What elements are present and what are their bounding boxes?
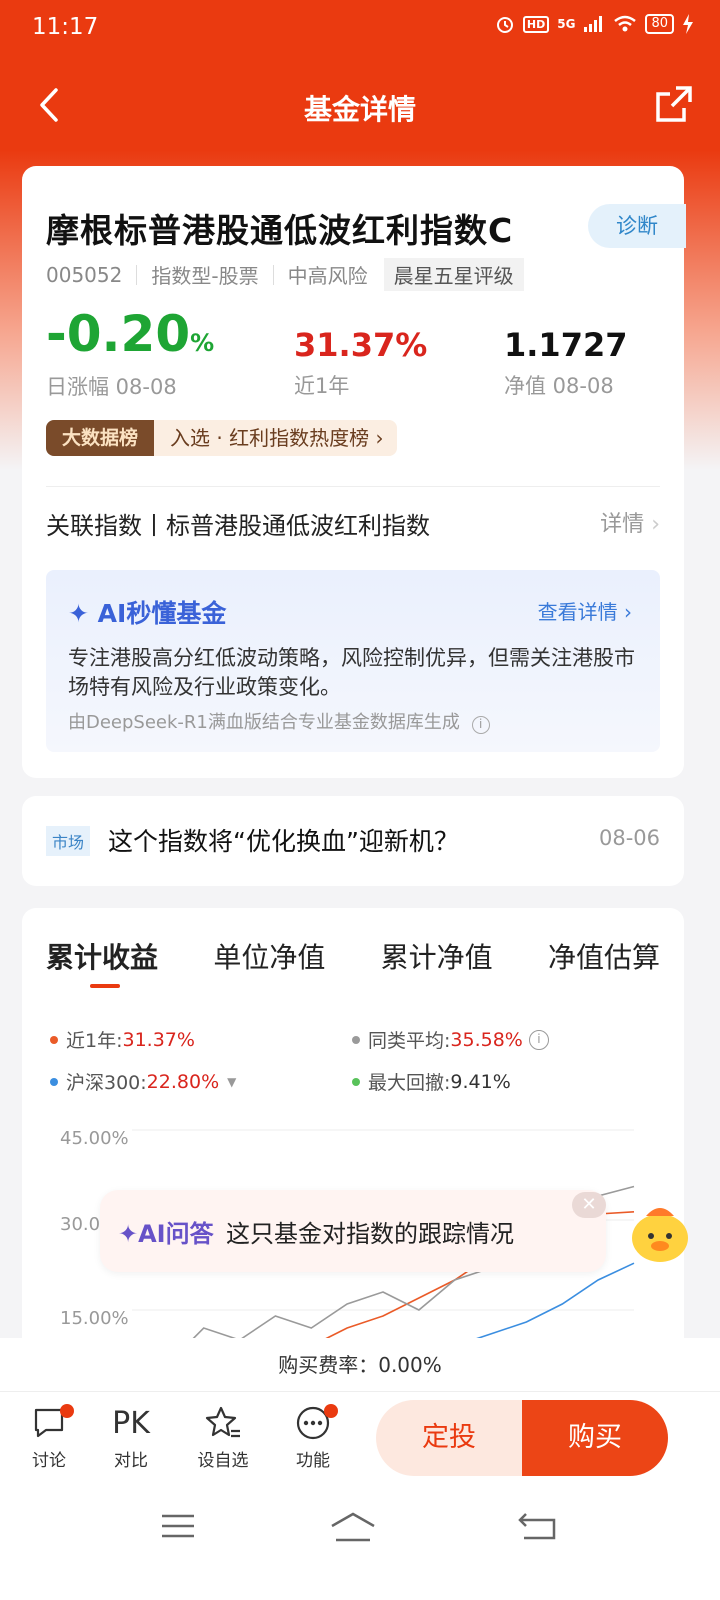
divider — [46, 486, 660, 487]
fund-name: 摩根标普港股通低波红利指数C — [46, 211, 514, 250]
chart-tabs: 累计收益 单位净值 累计净值 净值估算 — [46, 936, 660, 976]
daily-change-unit: % — [190, 329, 215, 357]
star-list-icon — [205, 1406, 240, 1438]
year-return-stat: 31.37% 近1年 — [294, 326, 427, 400]
tab-nav-estimate[interactable]: 净值估算 — [548, 936, 660, 976]
compare-button[interactable]: PK 对比 — [96, 1400, 166, 1472]
tab-unit-nav[interactable]: 单位净值 — [213, 936, 325, 976]
caret-down-icon: ▼ — [227, 1074, 237, 1089]
watchlist-label: 设自选 — [197, 1451, 249, 1471]
home-icon[interactable] — [328, 1510, 378, 1548]
signal-icon — [583, 15, 605, 33]
close-icon[interactable]: ✕ — [572, 1192, 606, 1218]
network-label: 5G — [557, 17, 576, 31]
info-icon: i — [471, 716, 490, 734]
nav-bar: 基金详情 — [0, 70, 720, 140]
page-title: 基金详情 — [303, 93, 416, 126]
legend-dot — [50, 1035, 58, 1044]
sparkle-icon: ✦ — [68, 599, 89, 628]
mascot-icon[interactable] — [624, 1198, 696, 1268]
notification-dot — [60, 1404, 74, 1418]
ai-summary-text: 专注港股高分红低波动策略，风险控制优异，但需关注港股市场特有风险及行业政策变化。 — [68, 646, 635, 699]
ai-summary-footnote: 由DeepSeek-R1满血版结合专业基金数据库生成 i — [68, 708, 490, 734]
related-index-detail: 详情 › — [600, 512, 660, 537]
fund-risk: 中高风险 — [287, 264, 368, 288]
year-return-label: 近1年 — [294, 374, 350, 398]
nav-stat: 1.1727 净值 08-08 — [504, 326, 627, 400]
news-tag: 市场 — [46, 826, 91, 856]
legend-year: 近1年: 31.37% — [50, 1026, 195, 1053]
chevron-right-icon: › — [651, 512, 660, 537]
functions-label: 功能 — [296, 1451, 330, 1471]
fund-type: 指数型-股票 — [151, 264, 259, 288]
ai-summary-box[interactable]: ✦ AI秒懂基金 查看详情 › 专注港股高分红低波动策略，风险控制优异，但需关注… — [46, 570, 660, 752]
legend-peer-average: 同类平均: 35.58% i — [352, 1026, 549, 1053]
bottom-action-bar: 讨论 PK 对比 设自选 功能 定投 购买 — [0, 1392, 720, 1488]
status-time: 11:17 — [32, 14, 99, 40]
ai-question-tag: ✦AI问答 — [118, 1220, 214, 1248]
hd-badge: HD — [522, 15, 550, 33]
tab-underline — [90, 984, 120, 988]
related-index-label: 关联指数丨标普港股通低波红利指数 — [46, 512, 430, 540]
nav-value: 1.1727 — [504, 326, 628, 364]
news-card[interactable]: 市场 这个指数将“优化换血”迎新机？ 08-06 — [22, 796, 684, 886]
share-icon — [656, 86, 692, 122]
discuss-label: 讨论 — [32, 1451, 66, 1471]
fund-rating: 晨星五星评级 — [383, 258, 524, 291]
ai-question-text: 这只基金对指数的跟踪情况 — [226, 1220, 514, 1248]
discuss-button[interactable]: 讨论 — [14, 1400, 84, 1471]
notification-dot — [324, 1404, 338, 1418]
tab-cumulative-nav[interactable]: 累计净值 — [381, 936, 493, 976]
rank-badge-text: 入选 · 红利指数热度榜 › — [154, 420, 398, 456]
ai-summary-title: ✦ AI秒懂基金 — [68, 599, 227, 628]
legend-max-drawdown: 最大回撤: 9.41% — [352, 1068, 511, 1095]
back-nav-icon[interactable] — [516, 1510, 560, 1546]
daily-change-value: -0.20 — [46, 305, 191, 363]
news-title: 这个指数将“优化换血”迎新机？ — [108, 827, 459, 856]
buy-button[interactable]: 购买 — [522, 1400, 668, 1476]
tab-cumulative-return[interactable]: 累计收益 — [46, 936, 158, 976]
pk-icon: PK — [112, 1405, 150, 1441]
fund-meta: 005052 指数型-股票 中高风险 晨星五星评级 — [46, 258, 524, 291]
status-bar: 11:17 HD 5G 80 — [0, 0, 720, 56]
legend-dot — [50, 1077, 58, 1086]
daily-change-stat: -0.20% 日涨幅 08-08 — [46, 306, 214, 401]
rank-badge-title: 大数据榜 — [46, 420, 155, 456]
fund-summary-card: 摩根标普港股通低波红利指数C 诊断 005052 指数型-股票 中高风险 晨星五… — [22, 166, 686, 778]
status-icons: HD 5G 80 — [495, 14, 694, 34]
divider — [136, 264, 138, 285]
battery-indicator: 80 — [645, 14, 674, 34]
nav-label: 净值 08-08 — [504, 374, 614, 398]
functions-button[interactable]: 功能 — [278, 1400, 348, 1471]
info-icon[interactable]: i — [528, 1029, 549, 1050]
daily-change-label: 日涨幅 08-08 — [46, 375, 177, 399]
fund-code: 005052 — [46, 262, 123, 287]
diagnose-button[interactable]: 诊断 — [588, 204, 686, 248]
purchase-fee: 购买费率：0.00% — [0, 1338, 720, 1392]
related-index-row[interactable]: 关联指数丨标普港股通低波红利指数 详情 › — [46, 506, 660, 546]
divider — [272, 264, 274, 285]
alarm-icon — [495, 14, 515, 34]
sparkle-icon: ✦ — [118, 1220, 139, 1248]
auto-invest-button[interactable]: 定投 — [376, 1400, 522, 1476]
compare-label: 对比 — [114, 1451, 148, 1471]
add-watchlist-button[interactable]: 设自选 — [188, 1400, 258, 1471]
ai-summary-more-link[interactable]: 查看详情 › — [538, 596, 632, 625]
share-button[interactable] — [654, 84, 694, 124]
rank-badge[interactable]: 大数据榜 入选 · 红利指数热度榜 › — [46, 420, 398, 456]
chevron-right-icon: › — [375, 426, 384, 450]
charging-icon — [682, 14, 694, 34]
legend-dot — [352, 1035, 360, 1044]
year-return-value: 31.37% — [294, 326, 428, 364]
menu-icon[interactable] — [158, 1510, 198, 1546]
system-navigation-bar — [0, 1488, 720, 1600]
news-date: 08-06 — [598, 826, 660, 850]
legend-hs300[interactable]: 沪深300: 22.80% ▼ — [50, 1068, 236, 1095]
chart-card: 累计收益 单位净值 累计净值 净值估算 近1年: 31.37% 同类平均: 35.5… — [22, 908, 684, 1368]
legend-dot — [352, 1077, 360, 1086]
wifi-icon — [613, 15, 637, 33]
ai-question-popup[interactable]: ✦AI问答 这只基金对指数的跟踪情况 — [100, 1190, 606, 1272]
